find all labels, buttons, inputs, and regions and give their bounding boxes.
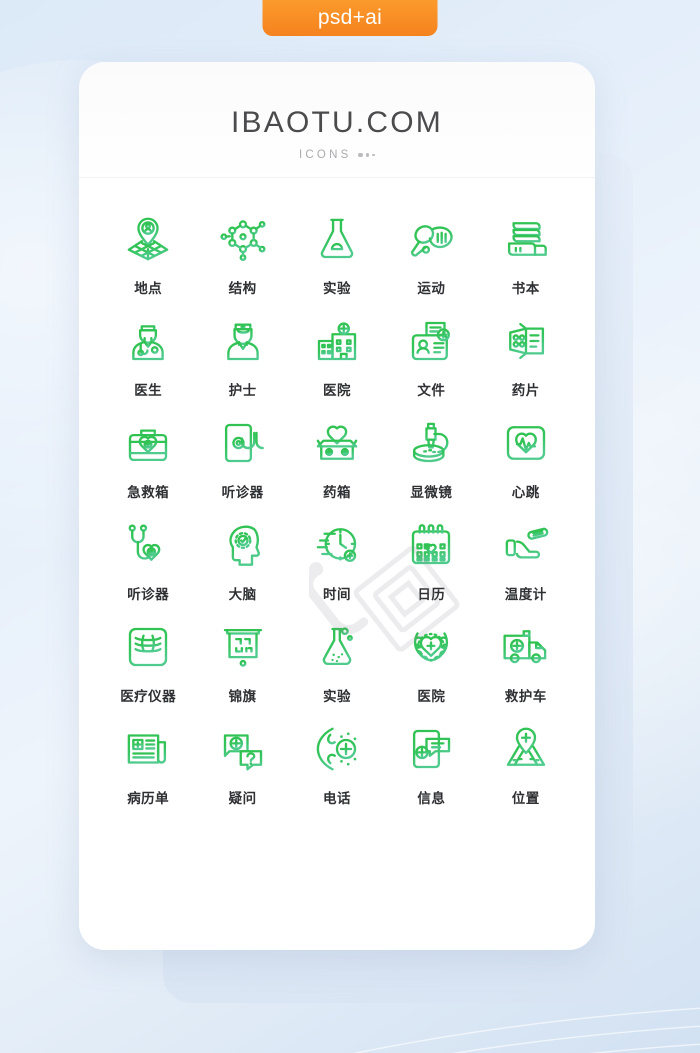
icon-cell[interactable]: 病历单 bbox=[101, 722, 195, 807]
icon-label: 温度计 bbox=[504, 587, 547, 602]
icon-cell[interactable]: 心跳 bbox=[479, 416, 573, 501]
icon-label: 救护车 bbox=[504, 689, 547, 704]
icon-label: 显微镜 bbox=[410, 485, 453, 500]
icon-label: 听诊器 bbox=[221, 485, 264, 500]
icon-label: 药箱 bbox=[322, 485, 351, 500]
icon-label: 文件 bbox=[417, 383, 446, 398]
microscope-icon bbox=[404, 416, 458, 470]
icon-cell[interactable]: 医疗仪器 bbox=[101, 620, 195, 705]
icon-cell[interactable]: 实验 bbox=[290, 212, 384, 297]
icon-label: 病历单 bbox=[127, 791, 170, 806]
icon-cell[interactable]: 位置 bbox=[479, 722, 573, 807]
icon-label: 医疗仪器 bbox=[120, 689, 177, 704]
question-chat-icon bbox=[216, 722, 270, 776]
icon-label: 医院 bbox=[322, 383, 351, 398]
icon-cell[interactable]: 地点 bbox=[101, 212, 195, 297]
patient-file-icon bbox=[404, 314, 458, 368]
icon-cell[interactable]: 时间 bbox=[290, 518, 384, 603]
icon-cell[interactable]: 大脑 bbox=[195, 518, 289, 603]
map-location-icon bbox=[499, 722, 553, 776]
icon-label: 实验 bbox=[322, 689, 351, 704]
icon-cell[interactable]: 日历 bbox=[384, 518, 478, 603]
icon-cell[interactable]: 实验 bbox=[290, 620, 384, 705]
icon-label: 大脑 bbox=[228, 587, 257, 602]
icon-label: 锦旗 bbox=[228, 689, 257, 704]
card-header: IBAOTU.COM ICONS bbox=[79, 62, 595, 178]
medical-device-icon bbox=[121, 620, 175, 674]
psd-ai-badge: psd+ai bbox=[262, 0, 438, 36]
icon-label: 心跳 bbox=[511, 485, 540, 500]
location-map-pin-icon bbox=[121, 212, 175, 266]
icon-cell[interactable]: 听诊器 bbox=[101, 518, 195, 603]
stethoscope-heart-icon bbox=[121, 518, 175, 572]
icon-label: 急救箱 bbox=[127, 485, 170, 500]
mobile-message-icon bbox=[404, 722, 458, 776]
medical-phone-icon bbox=[310, 722, 364, 776]
icon-label: 信息 bbox=[417, 791, 446, 806]
icon-set-card: IBAOTU.COM ICONS 地点 结构 实验 运动 书本 医生 护士 医院… bbox=[79, 62, 595, 950]
icon-cell[interactable]: 文件 bbox=[384, 314, 478, 399]
molecular-structure-icon bbox=[216, 212, 270, 266]
medicine-box-icon bbox=[310, 416, 364, 470]
icon-label: 时间 bbox=[322, 587, 351, 602]
page-subtitle: ICONS bbox=[79, 149, 595, 161]
books-icon bbox=[499, 212, 553, 266]
subtitle-dots-icon bbox=[358, 152, 375, 158]
medical-record-icon bbox=[121, 722, 175, 776]
chemistry-flask-icon bbox=[310, 620, 364, 674]
icon-cell[interactable]: 医院 bbox=[384, 620, 478, 705]
icon-cell[interactable]: 显微镜 bbox=[384, 416, 478, 501]
hospital-building-icon bbox=[310, 314, 364, 368]
brain-head-icon bbox=[216, 518, 270, 572]
sports-icon bbox=[404, 212, 458, 266]
icon-label: 位置 bbox=[511, 791, 540, 806]
icon-cell[interactable]: 医院 bbox=[290, 314, 384, 399]
first-aid-kit-icon bbox=[121, 416, 175, 470]
icon-cell[interactable]: 护士 bbox=[195, 314, 289, 399]
heartbeat-icon bbox=[499, 416, 553, 470]
doctor-icon bbox=[121, 314, 175, 368]
heart-wreath-icon bbox=[404, 620, 458, 674]
icon-cell[interactable]: 温度计 bbox=[479, 518, 573, 603]
icon-cell[interactable]: 医生 bbox=[101, 314, 195, 399]
icon-cell[interactable]: 救护车 bbox=[479, 620, 573, 705]
fast-clock-icon bbox=[310, 518, 364, 572]
page-title: IBAOTU.COM bbox=[230, 106, 443, 139]
icon-label: 听诊器 bbox=[127, 587, 170, 602]
icon-cell[interactable]: 药箱 bbox=[290, 416, 384, 501]
subtitle-text: ICONS bbox=[299, 149, 352, 161]
icon-label: 书本 bbox=[511, 281, 540, 296]
icon-label: 医院 bbox=[417, 689, 446, 704]
ambulance-icon bbox=[499, 620, 553, 674]
icon-label: 电话 bbox=[322, 791, 351, 806]
icon-label: 护士 bbox=[228, 383, 257, 398]
pennant-banner-icon bbox=[216, 620, 270, 674]
nurse-icon bbox=[216, 314, 270, 368]
icon-label: 疑问 bbox=[228, 791, 257, 806]
lab-flask-icon bbox=[310, 212, 364, 266]
icon-label: 结构 bbox=[228, 281, 257, 296]
icon-label: 地点 bbox=[134, 281, 163, 296]
icon-cell[interactable]: 锦旗 bbox=[195, 620, 289, 705]
icon-label: 运动 bbox=[417, 281, 446, 296]
calendar-heart-icon bbox=[404, 518, 458, 572]
icon-cell[interactable]: 电话 bbox=[290, 722, 384, 807]
tablet-stethoscope-icon bbox=[216, 416, 270, 470]
icon-cell[interactable]: 药片 bbox=[479, 314, 573, 399]
icon-cell[interactable]: 听诊器 bbox=[195, 416, 289, 501]
icon-cell[interactable]: 结构 bbox=[195, 212, 289, 297]
thermometer-hand-icon bbox=[499, 518, 553, 572]
icon-label: 药片 bbox=[511, 383, 540, 398]
icon-cell[interactable]: 疑问 bbox=[195, 722, 289, 807]
icon-label: 实验 bbox=[322, 281, 351, 296]
icon-cell[interactable]: 书本 bbox=[479, 212, 573, 297]
icon-cell[interactable]: 信息 bbox=[384, 722, 478, 807]
icon-cell[interactable]: 急救箱 bbox=[101, 416, 195, 501]
icon-label: 医生 bbox=[134, 383, 163, 398]
icon-label: 日历 bbox=[417, 587, 446, 602]
pills-blister-icon bbox=[499, 314, 553, 368]
icon-cell[interactable]: 运动 bbox=[384, 212, 478, 297]
icon-grid: 地点 结构 实验 运动 书本 医生 护士 医院 文件 药片 急救箱 听诊器 药箱… bbox=[79, 178, 595, 807]
